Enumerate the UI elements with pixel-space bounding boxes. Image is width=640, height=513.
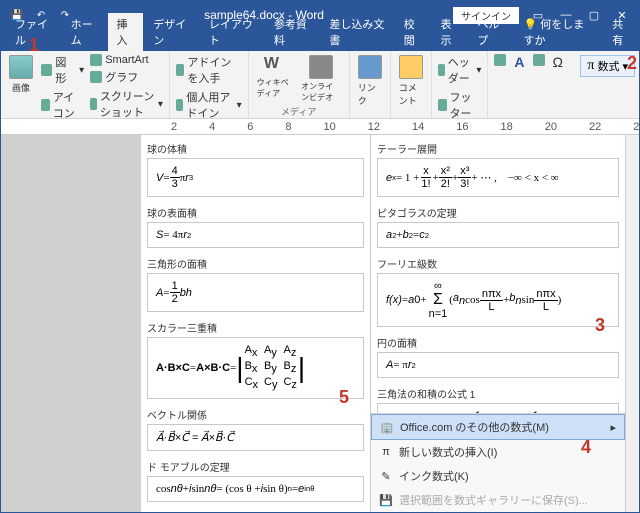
document-pane: 5 球の体積 V = 43πr3 球の表面積 S = 4πr2 三角形の面積 A… — [141, 135, 371, 512]
save-icon: 💾 — [379, 493, 393, 507]
wordart-icon: A — [514, 54, 524, 70]
icons-icon — [41, 99, 50, 111]
image-button[interactable]: 画像 — [5, 53, 37, 96]
video-icon — [309, 55, 333, 79]
save-to-gallery: 💾選択範囲を数式ギャラリーに保存(S)... — [371, 488, 625, 512]
share-button[interactable]: 共有 — [604, 13, 639, 51]
eq-circle-area[interactable]: A = πr2 — [377, 352, 619, 378]
ruler: 24681012141618202224262830 — [1, 119, 639, 135]
online-video-button[interactable]: オンラインビデオ — [297, 53, 345, 105]
marker-5: 5 — [339, 387, 349, 408]
wordart-button[interactable]: A — [512, 53, 526, 71]
wikipedia-icon: W — [264, 55, 284, 75]
chart-button[interactable]: グラフ — [88, 68, 165, 86]
dropcap-button[interactable] — [531, 53, 547, 67]
eq-scalar-triple[interactable]: A·B×C = A×B·C = |AxAyAzBxByBzCxCyCz| — [147, 337, 364, 399]
tab-references[interactable]: 参考資料 — [266, 13, 320, 51]
eq-demoivre[interactable]: cos nθ + i sin nθ = (cos θ + i sin θ)n =… — [147, 476, 364, 502]
smartart-button[interactable]: SmartArt — [88, 53, 165, 67]
tab-home[interactable]: ホーム — [63, 13, 107, 51]
tell-me[interactable]: 💡 何をしますか — [516, 13, 603, 51]
header-icon — [438, 64, 445, 76]
marker-1: 1 — [29, 35, 39, 56]
pi-icon: π — [379, 445, 393, 459]
tab-layout[interactable]: レイアウト — [201, 13, 264, 51]
store-icon — [176, 64, 184, 76]
group-media: メディア — [253, 105, 345, 119]
office-icon: 🏢 — [380, 420, 394, 434]
tab-design[interactable]: デザイン — [145, 13, 199, 51]
tab-insert[interactable]: 挿入 — [108, 13, 143, 51]
smartart-icon — [90, 54, 102, 66]
footer-button[interactable]: フッター — [436, 88, 484, 122]
ribbon: 1 画像 図形 ▾ アイコン 3D モデル ▾ SmartArt グラフ スクリ… — [1, 51, 639, 119]
symbol-button[interactable]: Ω — [551, 53, 565, 71]
textbox-icon — [494, 54, 506, 66]
equation-gallery: 3 テーラー展開 ex = 1 + x1! + x²2! + x³3! + ⋯ … — [371, 135, 625, 512]
textbox-button[interactable] — [492, 53, 508, 67]
chart-icon — [90, 71, 102, 83]
ribbon-tabs: ファイル ホーム 挿入 デザイン レイアウト 参考資料 差し込み文書 校閲 表示… — [1, 29, 639, 51]
ink-equation[interactable]: ✎インク数式(K) — [371, 464, 625, 488]
marker-4: 4 — [581, 437, 591, 458]
my-addins-button[interactable]: 個人用アドイン ▾ — [174, 88, 244, 122]
marker-3: 3 — [595, 315, 605, 336]
addins-icon — [176, 99, 183, 111]
icons-button[interactable]: アイコン — [39, 88, 86, 122]
dropcap-icon — [533, 54, 545, 66]
comment-icon — [399, 55, 423, 79]
shapes-icon — [41, 64, 52, 76]
tab-review[interactable]: 校閲 — [396, 13, 431, 51]
eq-vector-relation[interactable]: A⃗·B⃗×C⃗ = A⃗×B⃗·C⃗ — [147, 424, 364, 451]
screenshot-button[interactable]: スクリーンショット ▾ — [88, 87, 165, 121]
marker-2: 2 — [627, 53, 637, 74]
link-button[interactable]: リンク — [354, 53, 386, 109]
pi-icon: π — [587, 58, 594, 74]
get-addins-button[interactable]: アドインを入手 — [174, 53, 244, 87]
scrollbar[interactable] — [625, 135, 639, 512]
eq-sphere-surface[interactable]: S = 4πr2 — [147, 222, 364, 248]
omega-icon: Ω — [553, 54, 563, 70]
eq-sphere-volume[interactable]: V = 43πr3 — [147, 158, 364, 197]
eq-triangle-area[interactable]: A = 12bh — [147, 273, 364, 312]
eq-taylor[interactable]: ex = 1 + x1! + x²2! + x³3! + ⋯ , −∞ < x … — [377, 158, 619, 197]
eq-pythagoras[interactable]: a2 + b2 = c2 — [377, 222, 619, 248]
tab-view[interactable]: 表示 — [433, 13, 468, 51]
eq-fourier[interactable]: f(x) = a0 + ∞Σn=1(an cos nπxL + bn sin n… — [377, 273, 619, 327]
footer-icon — [438, 99, 447, 111]
camera-icon — [90, 98, 97, 110]
ink-icon: ✎ — [379, 469, 393, 483]
gallery-footer: 4 🏢Office.com のその他の数式(M)▸ π新しい数式の挿入(I) ✎… — [371, 413, 625, 512]
link-icon — [358, 55, 382, 79]
image-icon — [9, 55, 33, 79]
tab-mailings[interactable]: 差し込み文書 — [321, 13, 393, 51]
shapes-button[interactable]: 図形 ▾ — [39, 53, 86, 87]
eq-title: 球の体積 — [147, 141, 364, 156]
comment-button[interactable]: コメント — [395, 53, 427, 109]
wikipedia-button[interactable]: Wウィキペディア — [253, 53, 295, 101]
tab-help[interactable]: ヘルプ — [469, 13, 513, 51]
header-button[interactable]: ヘッダー ▾ — [436, 53, 484, 87]
eq-trig-sum1[interactable]: sin α ± sin β = 2 sin 12(α ± β) cos 12(α… — [377, 403, 619, 413]
